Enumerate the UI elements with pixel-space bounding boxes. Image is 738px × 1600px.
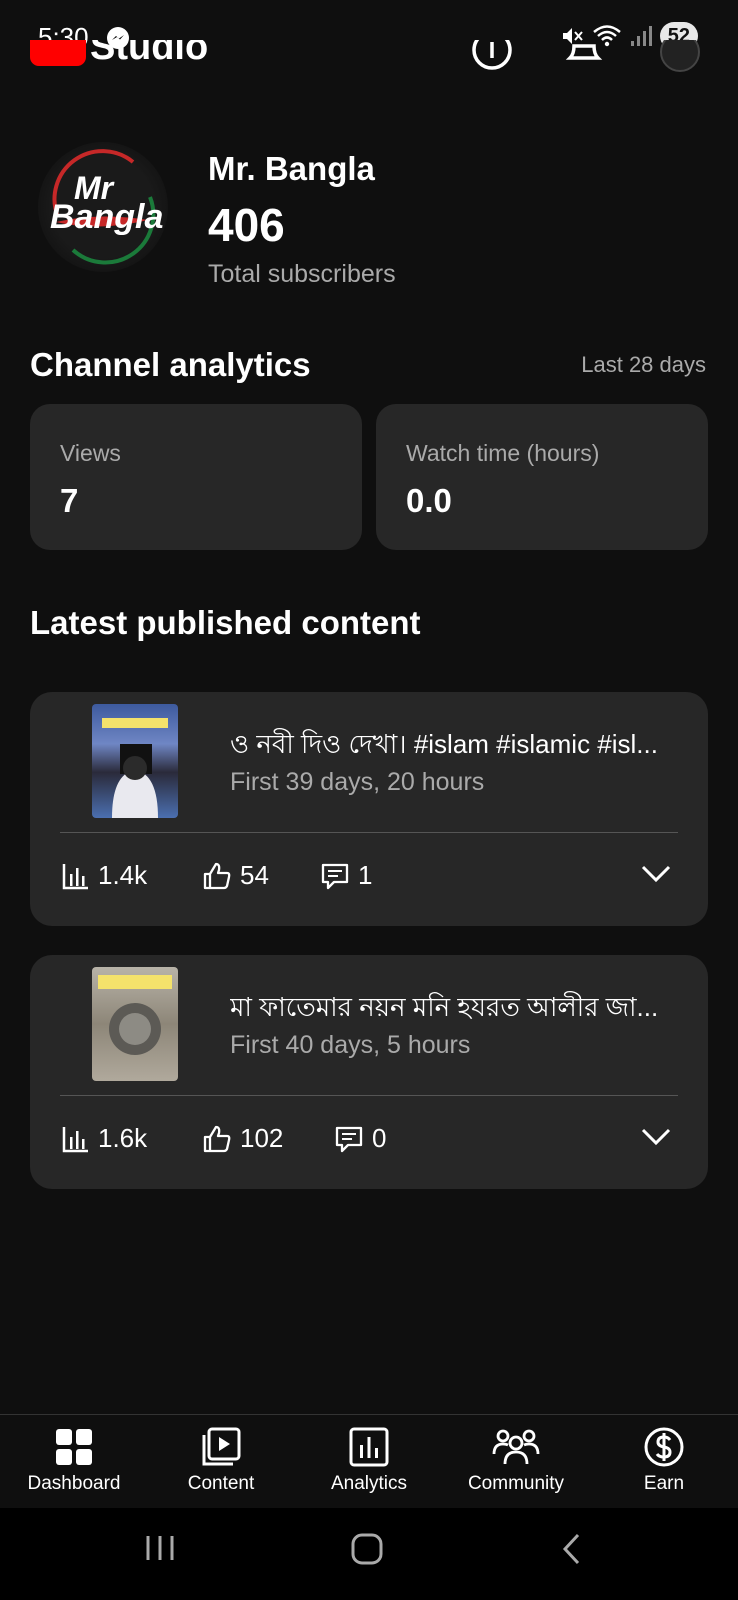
metric-value: 0.0 bbox=[406, 482, 452, 519]
video-title: ও নবী দিও দেখা। #islam #islamic #isl... bbox=[230, 729, 658, 759]
watch-time-card[interactable]: Watch time (hours) 0.0 bbox=[376, 404, 708, 550]
dashboard-icon bbox=[56, 1429, 92, 1465]
likes-count: 102 bbox=[240, 1123, 284, 1153]
divider bbox=[60, 832, 678, 833]
channel-name: Mr. Bangla bbox=[208, 150, 375, 187]
thumbs-up-icon bbox=[203, 1125, 231, 1152]
views-stat: 1.6k bbox=[62, 1123, 147, 1154]
subscriber-count: 406 bbox=[208, 199, 285, 251]
video-title: মা ফাতেমার নয়ন মনি হযরত আলীর জা... bbox=[230, 992, 659, 1022]
video-thumbnail bbox=[92, 704, 178, 818]
analytics-title: Channel analytics bbox=[30, 346, 311, 383]
account-avatar[interactable] bbox=[660, 40, 700, 72]
views-count: 1.6k bbox=[98, 1123, 148, 1153]
nav-label: Dashboard bbox=[27, 1473, 121, 1494]
video-card[interactable]: মা ফাতেমার নয়ন মনি হযরত আলীর জা... Firs… bbox=[30, 955, 708, 1189]
home-icon[interactable] bbox=[350, 1532, 384, 1566]
nav-dashboard[interactable]: Dashboard bbox=[4, 1427, 144, 1495]
video-thumbnail bbox=[92, 967, 178, 1081]
bar-chart-icon bbox=[62, 1126, 88, 1152]
comment-icon bbox=[335, 1126, 363, 1152]
analytics-period: Last 28 days bbox=[581, 352, 706, 377]
views-card[interactable]: Views 7 bbox=[30, 404, 362, 550]
likes-stat: 102 bbox=[202, 1123, 283, 1154]
divider bbox=[60, 1095, 678, 1096]
thumbs-up-icon bbox=[203, 862, 231, 889]
bar-chart-icon bbox=[62, 863, 88, 889]
back-icon[interactable] bbox=[560, 1532, 584, 1566]
recent-apps-icon[interactable] bbox=[144, 1532, 176, 1564]
comments-stat: 1 bbox=[320, 860, 372, 891]
comments-stat: 0 bbox=[334, 1123, 386, 1154]
chevron-down-icon[interactable] bbox=[640, 864, 672, 884]
upload-icon[interactable] bbox=[470, 40, 514, 76]
analytics-icon bbox=[349, 1427, 389, 1467]
nav-label: Content bbox=[187, 1473, 255, 1494]
community-icon bbox=[492, 1429, 540, 1465]
channel-avatar: Mr Bangla bbox=[38, 142, 168, 272]
metric-value: 7 bbox=[60, 482, 79, 519]
nav-label: Community bbox=[467, 1473, 565, 1494]
nav-earn[interactable]: Earn bbox=[594, 1427, 734, 1495]
likes-stat: 54 bbox=[202, 860, 269, 891]
video-duration: First 40 days, 5 hours bbox=[230, 1031, 471, 1059]
nav-community[interactable]: Community bbox=[446, 1427, 586, 1495]
likes-count: 54 bbox=[240, 860, 269, 890]
app-header: Studio bbox=[0, 40, 738, 90]
comments-count: 0 bbox=[372, 1123, 387, 1153]
nav-content[interactable]: Content bbox=[151, 1427, 291, 1495]
content-icon bbox=[202, 1427, 241, 1466]
views-stat: 1.4k bbox=[62, 860, 147, 891]
video-card[interactable]: ও নবী দিও দেখা। #islam #islamic #isl... … bbox=[30, 692, 708, 926]
metric-label: Views bbox=[60, 440, 121, 466]
latest-content-title: Latest published content bbox=[30, 604, 421, 641]
notifications-icon[interactable] bbox=[562, 40, 606, 76]
bottom-nav: Dashboard Content Analytics Community Ea… bbox=[0, 1414, 738, 1508]
youtube-logo bbox=[30, 40, 86, 66]
subscriber-label: Total subscribers bbox=[208, 260, 396, 288]
comments-count: 1 bbox=[358, 860, 373, 890]
app-name: Studio bbox=[90, 40, 209, 68]
nav-label: Earn bbox=[643, 1473, 685, 1494]
earn-icon bbox=[644, 1427, 684, 1467]
video-duration: First 39 days, 20 hours bbox=[230, 768, 485, 796]
nav-label: Analytics bbox=[330, 1473, 408, 1494]
metric-label: Watch time (hours) bbox=[406, 440, 600, 466]
views-count: 1.4k bbox=[98, 860, 148, 890]
nav-analytics[interactable]: Analytics bbox=[299, 1427, 439, 1495]
chevron-down-icon[interactable] bbox=[640, 1127, 672, 1147]
avatar-text-bottom: Bangla bbox=[50, 198, 164, 236]
comment-icon bbox=[321, 863, 349, 889]
system-nav bbox=[0, 1508, 738, 1600]
